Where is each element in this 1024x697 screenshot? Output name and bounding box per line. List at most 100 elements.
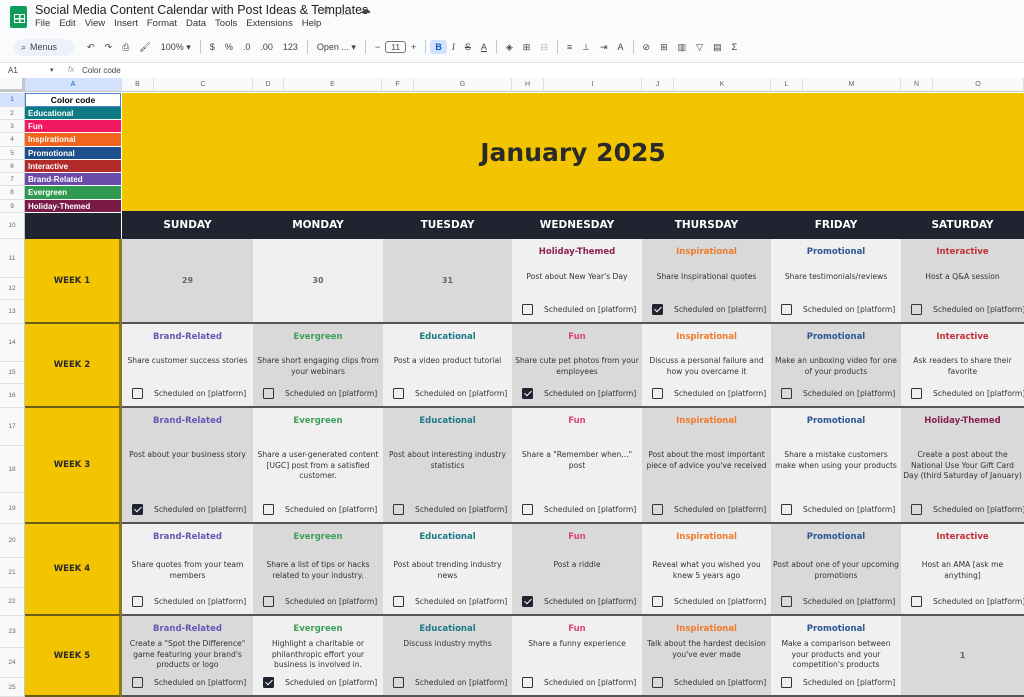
menu-view[interactable]: View	[85, 18, 105, 29]
more-formats-button[interactable]: 123	[278, 42, 303, 52]
scheduled-checkbox[interactable]	[132, 677, 143, 688]
row-header-12[interactable]: 12	[0, 278, 25, 300]
borders-icon[interactable]: ⊞	[518, 42, 536, 53]
row-header-1[interactable]: 1	[0, 93, 25, 107]
scheduled-checkbox[interactable]	[132, 388, 143, 399]
day-cell[interactable]: Brand-Related Post about your business st…	[122, 408, 253, 524]
post-idea[interactable]: Post a riddle	[514, 560, 640, 571]
name-box[interactable]: A1	[8, 66, 18, 75]
post-idea[interactable]: Host an AMA [ask me anything]	[903, 560, 1022, 581]
horizontal-align-icon[interactable]: ≡	[562, 42, 577, 52]
star-icon[interactable]: ☆	[321, 3, 331, 22]
column-header-g[interactable]: G	[414, 78, 512, 92]
scheduled-checkbox[interactable]	[263, 596, 274, 607]
menu-help[interactable]: Help	[302, 18, 322, 29]
vertical-align-icon[interactable]: ⊥	[577, 42, 595, 53]
day-cell[interactable]: Educational Post a video product tutorial…	[383, 324, 512, 408]
post-idea[interactable]: Create a post about the National Use You…	[903, 450, 1022, 482]
percent-format-button[interactable]: %	[220, 42, 238, 52]
day-cell[interactable]: Inspirational Share Inspirational quotes S…	[642, 239, 771, 324]
day-cell[interactable]: Promotional Make an unboxing video for on…	[771, 324, 901, 408]
post-idea[interactable]: Host a Q&A session	[903, 272, 1022, 283]
font-size-input[interactable]: 11	[385, 41, 407, 53]
row-header-9[interactable]: 9	[0, 200, 25, 213]
row-header-14[interactable]: 14	[0, 324, 25, 362]
scheduled-checkbox[interactable]	[911, 596, 922, 607]
scheduled-checkbox[interactable]	[522, 504, 533, 515]
post-idea[interactable]: Share a "Remember when..." post	[514, 450, 640, 471]
row-header-13[interactable]: 13	[0, 300, 25, 324]
color-code-brand-related[interactable]: Brand-Related	[25, 173, 121, 186]
day-cell[interactable]: Promotional Make a comparison between you…	[771, 616, 901, 697]
day-cell[interactable]: 1	[901, 616, 1024, 697]
day-cell[interactable]: Educational Post about trending industry …	[383, 524, 512, 616]
day-cell[interactable]: Fun Share a funny experience Scheduled on …	[512, 616, 642, 697]
scheduled-checkbox[interactable]	[652, 504, 663, 515]
sheets-logo-icon[interactable]	[10, 6, 27, 28]
post-idea[interactable]: Make an unboxing video for one of your p…	[773, 356, 899, 377]
column-header-i[interactable]: I	[544, 78, 642, 92]
scheduled-checkbox[interactable]	[393, 504, 404, 515]
column-header-b[interactable]: B	[122, 78, 154, 92]
decrease-decimal-button[interactable]: .0	[238, 42, 256, 52]
row-header-17[interactable]: 17	[0, 408, 25, 446]
column-header-n[interactable]: N	[901, 78, 933, 92]
column-header-m[interactable]: M	[803, 78, 901, 92]
post-idea[interactable]: Post about New Year's Day	[514, 272, 640, 283]
column-header-k[interactable]: K	[674, 78, 771, 92]
scheduled-checkbox[interactable]	[781, 304, 792, 315]
insert-chart-icon[interactable]: ▥	[673, 42, 692, 53]
day-cell[interactable]: Inspirational Discuss a personal failure …	[642, 324, 771, 408]
color-code-educational[interactable]: Educational	[25, 107, 121, 120]
scheduled-checkbox[interactable]	[522, 304, 533, 315]
scheduled-checkbox[interactable]	[781, 596, 792, 607]
column-header-h[interactable]: H	[512, 78, 544, 92]
insert-link-icon[interactable]: ⊘	[638, 42, 656, 53]
day-cell[interactable]: Interactive Ask readers to share their fa…	[901, 324, 1024, 408]
scheduled-checkbox[interactable]	[781, 677, 792, 688]
post-idea[interactable]: Share a mistake customers make when usin…	[773, 450, 899, 471]
document-title[interactable]: Social Media Content Calendar with Post …	[35, 3, 368, 17]
font-size-increase-button[interactable]: +	[406, 42, 421, 52]
column-header-l[interactable]: L	[771, 78, 803, 92]
day-cell[interactable]: Fun Post a riddle Scheduled on [platform]	[512, 524, 642, 616]
menu-extensions[interactable]: Extensions	[246, 18, 292, 29]
strikethrough-button[interactable]: S	[460, 42, 476, 52]
scheduled-checkbox[interactable]	[652, 388, 663, 399]
day-cell[interactable]: Brand-Related Create a "Spot the Differen…	[122, 616, 253, 697]
functions-icon[interactable]: Σ	[727, 42, 743, 52]
column-header-c[interactable]: C	[154, 78, 253, 92]
day-cell[interactable]: Inspirational Post about the most importa…	[642, 408, 771, 524]
row-header-19[interactable]: 19	[0, 493, 25, 524]
select-all-corner[interactable]	[0, 78, 25, 92]
day-cell[interactable]: 31	[383, 239, 512, 324]
zoom-select[interactable]: 100% ▾	[156, 42, 196, 53]
color-code-inspirational[interactable]: Inspirational	[25, 133, 121, 147]
row-header-15[interactable]: 15	[0, 362, 25, 384]
post-idea[interactable]: Share customer success stories	[124, 356, 251, 367]
scheduled-checkbox[interactable]	[911, 504, 922, 515]
column-header-e[interactable]: E	[284, 78, 382, 92]
scheduled-checkbox[interactable]	[781, 504, 792, 515]
row-header-8[interactable]: 8	[0, 186, 25, 200]
post-idea[interactable]: Post about trending industry news	[385, 560, 510, 581]
post-idea[interactable]: Reveal what you wished you knew 5 years …	[644, 560, 769, 581]
scheduled-checkbox[interactable]	[263, 388, 274, 399]
day-cell[interactable]: Brand-Related Share customer success stor…	[122, 324, 253, 408]
menu-edit[interactable]: Edit	[59, 18, 75, 29]
text-rotation-icon[interactable]: A	[613, 42, 629, 52]
day-cell[interactable]: Educational Discuss industry myths Schedul…	[383, 616, 512, 697]
post-idea[interactable]: Post about one of your upcoming promotio…	[773, 560, 899, 581]
menu-insert[interactable]: Insert	[114, 18, 138, 29]
scheduled-checkbox[interactable]	[911, 304, 922, 315]
day-cell[interactable]: Promotional Share a mistake customers mak…	[771, 408, 901, 524]
scheduled-checkbox[interactable]	[393, 388, 404, 399]
row-header-24[interactable]: 24	[0, 648, 25, 678]
row-header-18[interactable]: 18	[0, 446, 25, 493]
scheduled-checkbox[interactable]	[132, 504, 143, 515]
text-wrap-icon[interactable]: ⇥	[595, 42, 613, 53]
row-header-10[interactable]: 10	[0, 213, 25, 239]
row-header-6[interactable]: 6	[0, 160, 25, 173]
column-header-a[interactable]: A	[25, 78, 122, 92]
day-cell[interactable]: Evergreen Share a user-generated content …	[253, 408, 383, 524]
